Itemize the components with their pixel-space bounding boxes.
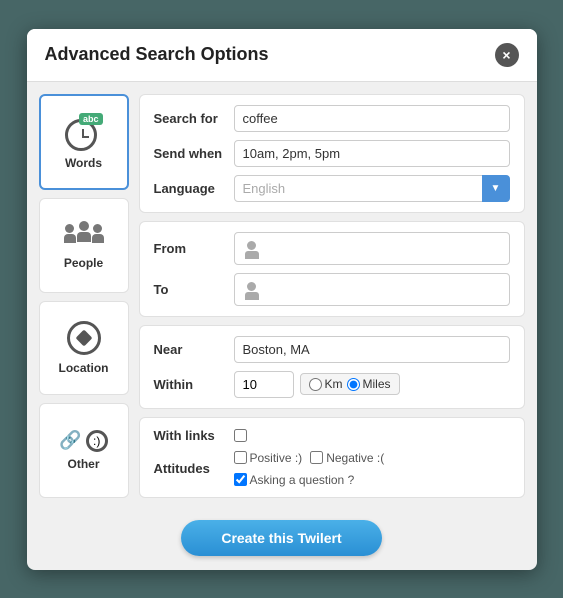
search-for-input[interactable]	[234, 105, 510, 132]
within-row: Within Km Miles	[154, 371, 510, 398]
sidebar-words-label: Words	[65, 156, 102, 170]
with-links-checkbox-wrapper	[234, 429, 247, 442]
modal-body: abc Words People	[27, 82, 537, 510]
positive-checkbox[interactable]	[234, 451, 247, 464]
sidebar-location-label: Location	[59, 361, 109, 375]
near-input[interactable]	[234, 336, 510, 363]
negative-option[interactable]: Negative :(	[310, 451, 384, 465]
language-label: Language	[154, 181, 234, 196]
to-person-icon	[243, 282, 261, 300]
asking-label: Asking a question ?	[250, 473, 355, 487]
negative-label: Negative :(	[326, 451, 384, 465]
sidebar-other-label: Other	[67, 457, 99, 471]
with-links-checkbox[interactable]	[234, 429, 247, 442]
negative-checkbox[interactable]	[310, 451, 323, 464]
from-row: From	[154, 232, 510, 265]
km-option[interactable]: Km	[309, 377, 343, 391]
search-for-label: Search for	[154, 111, 234, 126]
people-section: From To	[139, 221, 525, 317]
language-select[interactable]: English French Spanish German	[234, 175, 510, 202]
to-row: To	[154, 273, 510, 306]
other-icon: 🔗 :)	[59, 430, 107, 452]
from-label: From	[154, 241, 234, 256]
km-radio[interactable]	[309, 378, 322, 391]
modal-overlay: Advanced Search Options × abc Words	[0, 0, 563, 598]
miles-label: Miles	[363, 377, 391, 391]
modal-footer: Create this Twilert	[27, 510, 537, 570]
modal: Advanced Search Options × abc Words	[27, 29, 537, 570]
within-group: Km Miles	[234, 371, 510, 398]
words-icon: abc	[65, 113, 103, 151]
with-links-label: With links	[154, 428, 234, 443]
with-links-row: With links	[154, 428, 510, 443]
form-sections: Search for Send when Language English Fr…	[139, 94, 525, 498]
modal-title: Advanced Search Options	[45, 44, 269, 65]
smile-icon: :)	[86, 430, 108, 452]
sidebar: abc Words People	[39, 94, 129, 498]
asking-checkbox[interactable]	[234, 473, 247, 486]
people-icon	[64, 221, 104, 251]
modal-header: Advanced Search Options ×	[27, 29, 537, 82]
from-person-icon	[243, 241, 261, 259]
near-label: Near	[154, 342, 234, 357]
link-icon: 🔗	[59, 430, 81, 451]
close-button[interactable]: ×	[495, 43, 519, 67]
attitudes-group: Positive :) Negative :( Asking a questio…	[234, 451, 510, 487]
positive-option[interactable]: Positive :)	[234, 451, 303, 465]
send-when-row: Send when	[154, 140, 510, 167]
from-input[interactable]	[234, 232, 510, 265]
sidebar-people-label: People	[64, 256, 103, 270]
to-input[interactable]	[234, 273, 510, 306]
location-icon	[66, 320, 102, 356]
asking-option[interactable]: Asking a question ?	[234, 473, 355, 487]
km-label: Km	[325, 377, 343, 391]
within-label: Within	[154, 377, 234, 392]
send-when-label: Send when	[154, 146, 234, 161]
near-row: Near	[154, 336, 510, 363]
km-miles-radio-group: Km Miles	[300, 373, 400, 395]
language-select-wrapper: English French Spanish German	[234, 175, 510, 202]
attitudes-row: Attitudes Positive :) Negative :(	[154, 451, 510, 487]
send-when-input[interactable]	[234, 140, 510, 167]
positive-label: Positive :)	[250, 451, 303, 465]
other-section: With links Attitudes Positive :)	[139, 417, 525, 498]
search-for-row: Search for	[154, 105, 510, 132]
to-label: To	[154, 282, 234, 297]
miles-radio[interactable]	[347, 378, 360, 391]
attitudes-label: Attitudes	[154, 461, 234, 476]
miles-option[interactable]: Miles	[347, 377, 391, 391]
words-section: Search for Send when Language English Fr…	[139, 94, 525, 213]
create-twilert-button[interactable]: Create this Twilert	[181, 520, 381, 556]
sidebar-item-people[interactable]: People	[39, 198, 129, 293]
within-input[interactable]	[234, 371, 294, 398]
location-section: Near Within Km	[139, 325, 525, 409]
language-row: Language English French Spanish German	[154, 175, 510, 202]
sidebar-item-words[interactable]: abc Words	[39, 94, 129, 191]
sidebar-item-other[interactable]: 🔗 :) Other	[39, 403, 129, 498]
sidebar-item-location[interactable]: Location	[39, 301, 129, 396]
